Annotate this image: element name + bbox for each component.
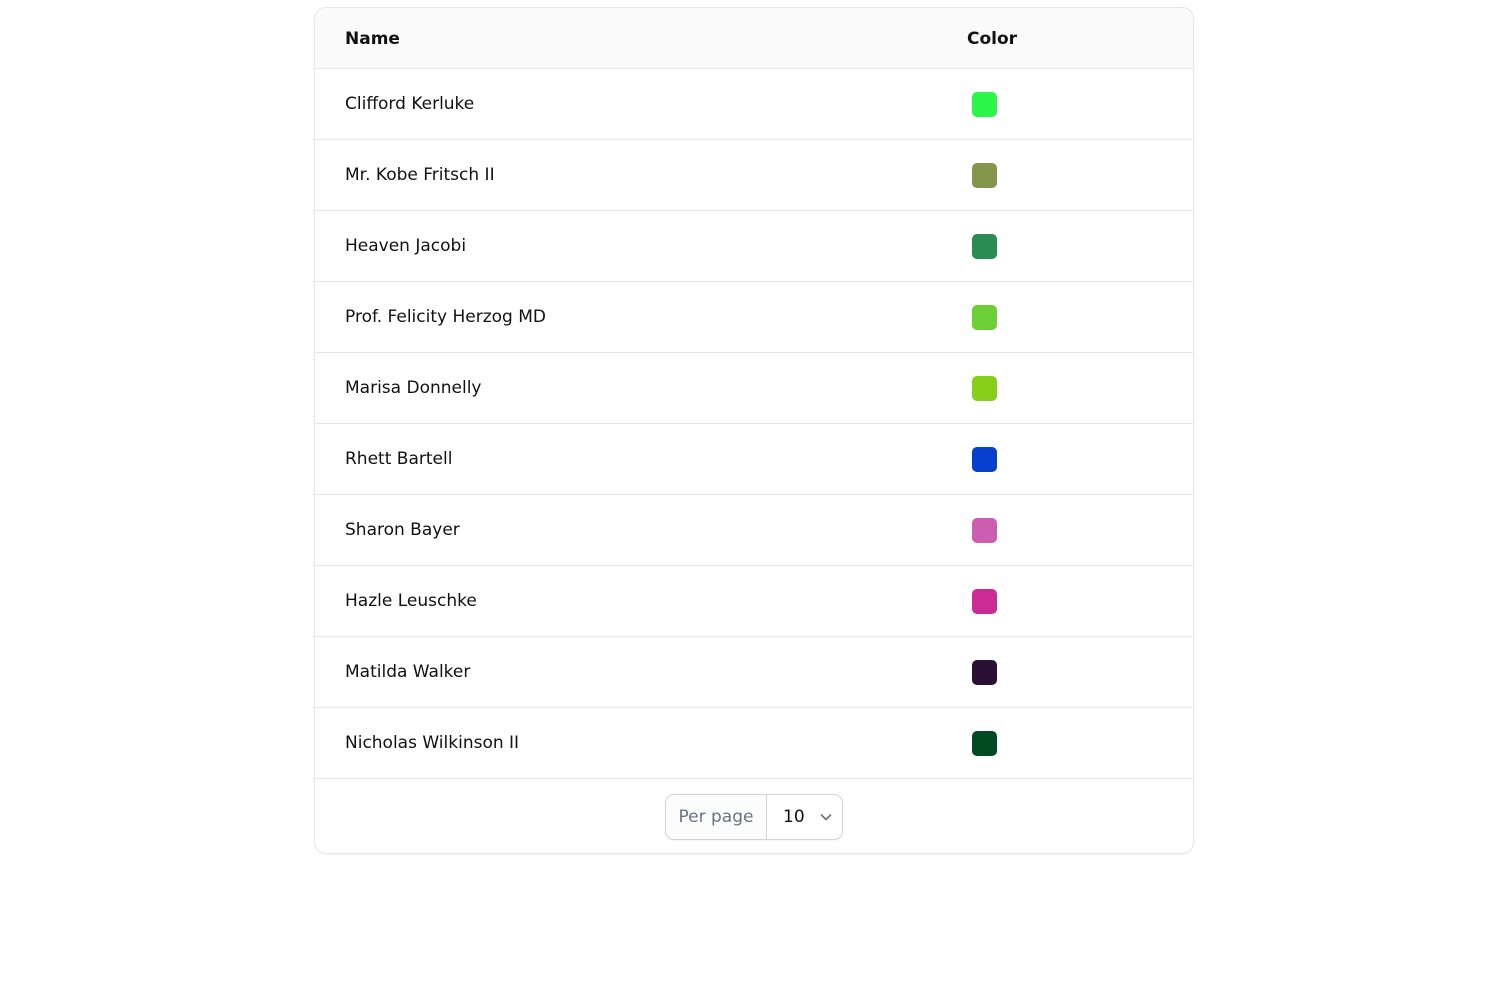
table-row[interactable]: Prof. Felicity Herzog MD	[315, 282, 1193, 353]
table-header: Name Color	[315, 8, 1193, 69]
per-page-label: Per page	[666, 795, 767, 839]
table-row[interactable]: Hazle Leuschke	[315, 566, 1193, 637]
table-row[interactable]: Nicholas Wilkinson II	[315, 708, 1193, 779]
row-name: Hazle Leuschke	[345, 591, 477, 611]
table-row[interactable]: Rhett Bartell	[315, 424, 1193, 495]
row-name: Sharon Bayer	[345, 520, 460, 540]
column-header-name[interactable]: Name	[345, 8, 400, 68]
color-swatch	[972, 305, 997, 330]
chevron-down-icon	[819, 810, 833, 824]
row-name: Nicholas Wilkinson II	[345, 733, 520, 753]
table-row[interactable]: Marisa Donnelly	[315, 353, 1193, 424]
color-swatch	[972, 376, 997, 401]
table-row[interactable]: Heaven Jacobi	[315, 211, 1193, 282]
row-name: Marisa Donnelly	[345, 378, 482, 398]
table-row[interactable]: Mr. Kobe Fritsch II	[315, 140, 1193, 211]
per-page-select[interactable]: 10	[767, 795, 842, 839]
color-swatch	[972, 731, 997, 756]
color-swatch	[972, 589, 997, 614]
per-page-value: 10	[783, 807, 805, 827]
row-name: Prof. Felicity Herzog MD	[345, 307, 546, 327]
table-row[interactable]: Clifford Kerluke	[315, 69, 1193, 140]
table-footer: Per page 10	[315, 779, 1193, 853]
color-swatch	[972, 92, 997, 117]
per-page-control: Per page 10	[665, 794, 843, 840]
column-header-color[interactable]: Color	[967, 8, 1017, 68]
row-name: Rhett Bartell	[345, 449, 453, 469]
records-table: Name Color Clifford Kerluke Mr. Kobe Fri…	[314, 7, 1194, 854]
row-name: Matilda Walker	[345, 662, 471, 682]
row-name: Heaven Jacobi	[345, 236, 467, 256]
color-swatch	[972, 234, 997, 259]
color-swatch	[972, 447, 997, 472]
table-row[interactable]: Matilda Walker	[315, 637, 1193, 708]
row-name: Clifford Kerluke	[345, 94, 475, 114]
color-swatch	[972, 660, 997, 685]
row-name: Mr. Kobe Fritsch II	[345, 165, 495, 185]
table-row[interactable]: Sharon Bayer	[315, 495, 1193, 566]
color-swatch	[972, 163, 997, 188]
color-swatch	[972, 518, 997, 543]
